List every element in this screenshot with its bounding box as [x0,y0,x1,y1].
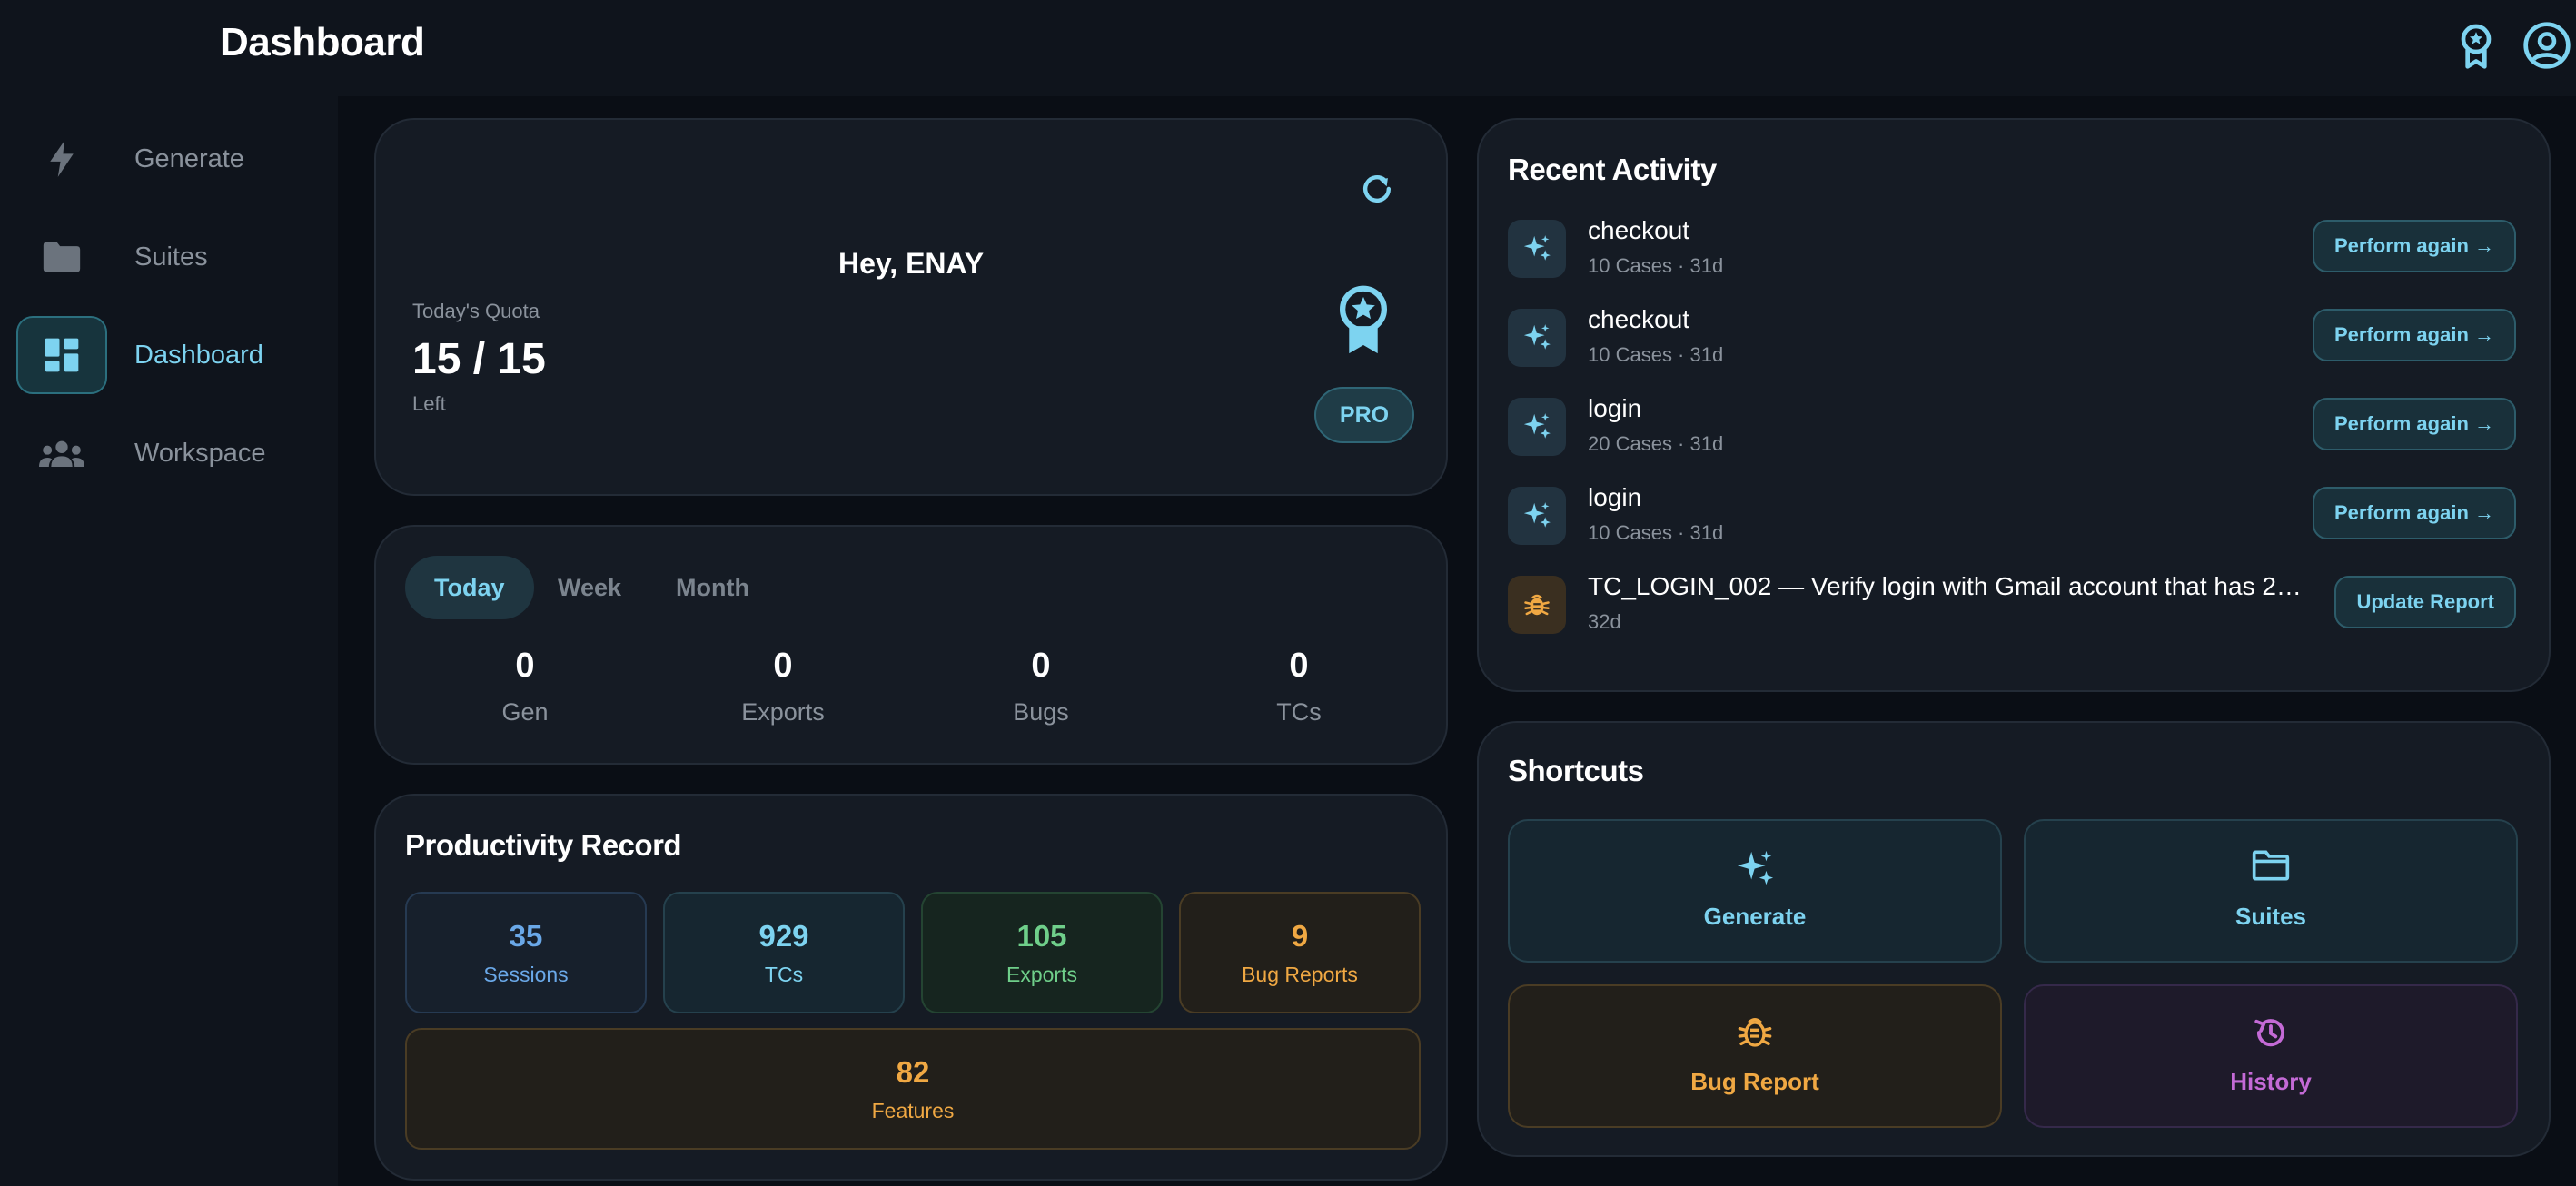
tile-features: 82 Features [405,1028,1421,1150]
sidebar-item-label: Suites [134,242,208,272]
activity-title: TC_LOGIN_002 — Verify login with Gmail a… [1588,572,2314,600]
activity-title: login [1588,483,1642,511]
stat-bugs: 0 Bugs [950,647,1132,726]
sidebar-item-suites[interactable]: Suites [16,218,325,296]
page-title: Dashboard [220,20,425,64]
sparkle-icon [1508,487,1566,545]
award-badge-icon [1332,283,1395,356]
tile-value: 82 [896,1055,930,1089]
list-item: checkout 10 Cases · 31d Perform again → [1508,214,2516,287]
activity-title: checkout [1588,216,1690,244]
sidebar-item-label: Dashboard [134,341,263,370]
stat-label: Bugs [1013,698,1069,726]
account-circle-icon[interactable] [2522,20,2572,71]
tile-value: 35 [509,919,543,953]
stat-exports: 0 Exports [692,647,874,726]
list-item: TC_LOGIN_002 — Verify login with Gmail a… [1508,570,2516,643]
card-title: Shortcuts [1508,754,1644,787]
tile-sessions: 35 Sessions [405,892,647,1013]
sidebar-item-workspace[interactable]: Workspace [16,414,325,492]
sparkle-icon [1508,398,1566,456]
shortcut-label: Bug Report [1690,1068,1819,1095]
sparkle-icon [1508,309,1566,367]
shortcut-history[interactable]: History [2024,984,2518,1128]
bug-icon [1508,576,1566,634]
perform-again-button[interactable]: Perform again → [2312,398,2516,450]
dashboard-grid-icon [16,316,107,394]
bolt-icon [16,120,107,198]
activity-title: login [1588,394,1642,422]
activity-meta: 10 Cases · 31d [1588,343,1724,366]
group-icon [16,414,107,492]
tile-label: Sessions [483,963,569,986]
activity-meta: 10 Cases · 31d [1588,254,1724,277]
sidebar-item-label: Workspace [134,439,266,468]
sidebar-item-dashboard[interactable]: Dashboard [16,316,325,394]
folder-outline-icon [2026,848,2516,883]
tab-today[interactable]: Today [405,556,534,619]
tile-value: 929 [758,919,809,953]
period-stats-card: Today Week Month 0 Gen 0 Exports 0 Bugs … [374,525,1448,765]
greeting: Hey, ENAY [837,247,985,280]
update-report-button[interactable]: Update Report [2334,576,2516,628]
sidebar-item-label: Generate [134,144,244,173]
history-icon [2026,1013,2516,1052]
shortcut-suites[interactable]: Suites [2024,819,2518,963]
plan-badge[interactable]: PRO [1314,387,1414,443]
card-title: Recent Activity [1508,153,1717,186]
activity-meta: 10 Cases · 31d [1588,521,1724,544]
perform-again-button[interactable]: Perform again → [2312,487,2516,539]
stat-label: TCs [1276,698,1322,726]
tab-week[interactable]: Week [529,556,650,619]
shortcut-label: Suites [2234,903,2307,930]
perform-again-button[interactable]: Perform again → [2312,309,2516,361]
tile-value: 9 [1291,919,1309,953]
shortcut-label: History [2230,1068,2312,1095]
perform-again-button[interactable]: Perform again → [2312,220,2516,272]
stat-value: 0 [773,647,793,685]
activity-meta: 20 Cases · 31d [1588,432,1724,455]
bug-icon [1510,1013,2000,1050]
recent-activity-card: Recent Activity checkout 10 Cases · 31d … [1477,118,2551,692]
shortcut-label: Generate [1703,903,1807,930]
activity-meta: 32d [1588,610,1621,633]
list-item: checkout 10 Cases · 31d Perform again → [1508,303,2516,376]
sidebar-item-generate[interactable]: Generate [16,120,325,198]
tile-tcs: 929 TCs [663,892,905,1013]
quota-sub-label: Left [412,392,446,415]
stat-value: 0 [515,647,535,685]
shortcut-bug-report[interactable]: Bug Report [1508,984,2002,1128]
stat-value: 0 [1289,647,1309,685]
stat-tcs: 0 TCs [1208,647,1390,726]
sparkle-icon [1510,848,2000,890]
list-item: login 20 Cases · 31d Perform again → [1508,392,2516,465]
tab-month[interactable]: Month [647,556,778,619]
tile-label: Bug Reports [1242,963,1358,986]
award-badge-icon[interactable] [2451,20,2502,71]
top-bar: Dashboard [0,0,2576,96]
stat-label: Exports [741,698,825,726]
quota-label: Today's Quota [412,300,540,322]
activity-title: checkout [1588,305,1690,333]
refresh-icon[interactable] [1357,169,1397,209]
stat-gen: 0 Gen [434,647,616,726]
productivity-card: Productivity Record 35 Sessions 929 TCs … [374,794,1448,1181]
tile-label: TCs [764,963,804,986]
shortcut-generate[interactable]: Generate [1508,819,2002,963]
tile-exports: 105 Exports [921,892,1163,1013]
tile-value: 105 [1016,919,1067,953]
shortcuts-card: Shortcuts Generate Suites Bug Report His… [1477,721,2551,1157]
stat-value: 0 [1031,647,1051,685]
folder-icon [16,218,107,296]
tile-label: Exports [1006,963,1077,986]
tile-bug-reports: 9 Bug Reports [1179,892,1421,1013]
tile-label: Features [871,1099,955,1122]
stat-label: Gen [501,698,549,726]
card-title: Productivity Record [405,828,682,862]
list-item: login 10 Cases · 31d Perform again → [1508,481,2516,554]
sidebar: Generate Suites Dashboard Workspace [0,96,338,1186]
quota-card: Hey, ENAY Today's Quota 15 / 15 Left PRO [374,118,1448,496]
quota-value: 15 / 15 [412,335,546,383]
sparkle-icon [1508,220,1566,278]
